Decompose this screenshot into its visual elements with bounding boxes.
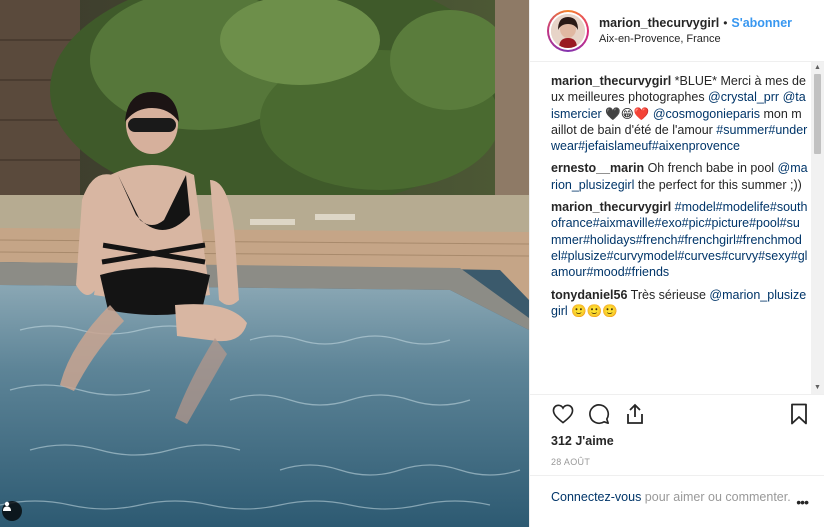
- share-icon: [627, 403, 643, 424]
- hashtag-link[interactable]: #modelife: [716, 200, 770, 214]
- comment-text: 🙂🙂🙂: [567, 303, 618, 318]
- hashtag-link[interactable]: #model: [675, 200, 716, 214]
- comment-item: marion_thecurvygirl #model#modelife#sout…: [551, 199, 808, 280]
- post-location[interactable]: Aix-en-Provence, France: [599, 32, 792, 47]
- hashtag-link[interactable]: #picture: [705, 216, 749, 230]
- hashtag-link[interactable]: #mood: [586, 265, 624, 279]
- hashtag-link[interactable]: #frenchgirl: [677, 233, 735, 247]
- comment-item: ernesto__marin Oh french babe in pool @m…: [551, 160, 808, 193]
- mention-link[interactable]: @crystal_prr: [708, 90, 779, 104]
- comment-button[interactable]: [586, 401, 612, 427]
- comment-text: Oh french babe in pool: [644, 161, 778, 176]
- hashtag-link[interactable]: #pic: [682, 216, 705, 230]
- follow-button[interactable]: S'abonner: [731, 15, 792, 32]
- hashtag-link[interactable]: #aixmaville: [593, 216, 655, 230]
- hashtag-link[interactable]: #friends: [625, 265, 669, 279]
- hashtag-link[interactable]: #curvy: [721, 249, 758, 263]
- hashtag-link[interactable]: #curves: [677, 249, 721, 263]
- hashtag-link[interactable]: #sexy: [758, 249, 791, 263]
- comment-username[interactable]: ernesto__marin: [551, 161, 644, 175]
- pool-photo-illustration: [0, 0, 529, 527]
- heart-icon: [552, 404, 574, 424]
- post-date: 28 AOÛT: [551, 457, 591, 467]
- comment-item: marion_thecurvygirl *BLUE* Merci à mes d…: [551, 73, 808, 154]
- hashtag-link[interactable]: #summer: [716, 123, 768, 137]
- comment-item: tonydaniel56 Très sérieuse @marion_plusi…: [551, 287, 808, 320]
- scrollbar-thumb[interactable]: [814, 74, 821, 154]
- hashtag-link[interactable]: #aixenprovence: [652, 139, 740, 153]
- post-side-panel: marion_thecurvygirl • S'abonner Aix-en-P…: [529, 0, 824, 527]
- hashtag-link[interactable]: #holidays: [583, 233, 636, 247]
- hashtag-link[interactable]: #curvymodel: [607, 249, 678, 263]
- post-photo[interactable]: [0, 0, 529, 527]
- comment-username[interactable]: marion_thecurvygirl: [551, 74, 671, 88]
- comment-text: Très sérieuse: [627, 287, 710, 302]
- comments-scrollbar[interactable]: ▲ ▼: [811, 62, 824, 394]
- comment-icon: [589, 403, 610, 424]
- login-link[interactable]: Connectez-vous: [551, 490, 641, 504]
- person-icon: [3, 501, 11, 511]
- more-options-button[interactable]: •••: [796, 494, 809, 510]
- avatar[interactable]: [547, 9, 589, 52]
- hashtag-link[interactable]: #plusize: [561, 249, 607, 263]
- scroll-down-arrow-icon[interactable]: ▼: [814, 384, 821, 392]
- post-header: marion_thecurvygirl • S'abonner Aix-en-P…: [530, 0, 824, 62]
- comments-list[interactable]: marion_thecurvygirl *BLUE* Merci à mes d…: [530, 62, 824, 394]
- hashtag-link[interactable]: #french: [636, 233, 678, 247]
- share-button[interactable]: [622, 401, 648, 427]
- comment-text: 🖤😁❤️: [601, 106, 653, 121]
- post-author-username[interactable]: marion_thecurvygirl: [599, 15, 719, 32]
- likes-count[interactable]: 312 J'aime: [530, 434, 824, 448]
- like-button[interactable]: [550, 401, 576, 427]
- tagged-users-button[interactable]: [2, 501, 22, 521]
- action-bar: [530, 394, 824, 432]
- avatar-photo: [551, 13, 585, 48]
- save-button[interactable]: [786, 401, 812, 427]
- comment-username[interactable]: marion_thecurvygirl: [551, 200, 671, 214]
- login-prompt-text: pour aimer ou commenter.: [641, 490, 791, 504]
- scroll-up-arrow-icon[interactable]: ▲: [814, 64, 821, 72]
- bookmark-icon: [791, 403, 807, 424]
- mention-link[interactable]: @cosmogonieparis: [653, 107, 760, 121]
- hashtag-link[interactable]: #jefaislameuf: [578, 139, 652, 153]
- comment-text: the perfect for this summer ;)): [634, 177, 802, 192]
- login-prompt: Connectez-vous pour aimer ou commenter. …: [530, 475, 824, 527]
- post-modal: marion_thecurvygirl • S'abonner Aix-en-P…: [0, 0, 824, 527]
- hashtag-link[interactable]: #pool: [749, 216, 780, 230]
- comment-username[interactable]: tonydaniel56: [551, 288, 627, 302]
- header-separator: •: [723, 15, 728, 30]
- hashtag-link[interactable]: #exo: [655, 216, 682, 230]
